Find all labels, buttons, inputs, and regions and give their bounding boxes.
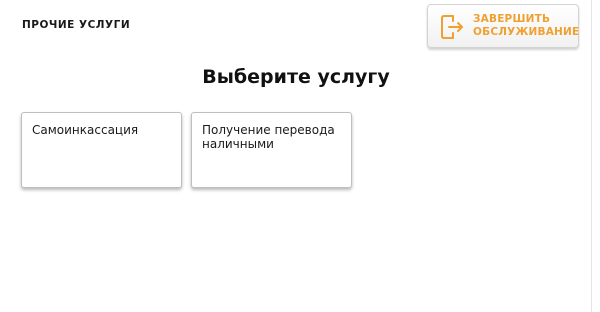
screen-edge-divider xyxy=(591,0,592,312)
end-service-button[interactable]: ЗАВЕРШИТЬ ОБСЛУЖИВАНИЕ xyxy=(427,4,579,48)
service-tile-label-line2: наличными xyxy=(202,137,274,151)
service-tile-label: Самоинкассация xyxy=(32,123,173,137)
service-tile-label: Получение перевода наличными xyxy=(202,123,343,151)
atm-screen: ПРОЧИЕ УСЛУГИ ЗАВЕРШИТЬ ОБСЛУЖИВАНИЕ Выб… xyxy=(0,0,600,312)
end-service-label: ЗАВЕРШИТЬ ОБСЛУЖИВАНИЕ xyxy=(473,13,580,39)
service-tile-label-line1: Самоинкассация xyxy=(32,123,139,137)
service-tile-cash-transfer[interactable]: Получение перевода наличными xyxy=(191,112,352,188)
end-service-label-line1: ЗАВЕРШИТЬ xyxy=(473,13,551,25)
section-title: ПРОЧИЕ УСЛУГИ xyxy=(22,19,131,31)
page-heading: Выберите услугу xyxy=(202,66,390,88)
service-tile-self-collection[interactable]: Самоинкассация xyxy=(21,112,182,188)
service-tile-label-line1: Получение перевода xyxy=(202,123,335,137)
end-service-label-line2: ОБСЛУЖИВАНИЕ xyxy=(473,26,580,38)
exit-door-icon xyxy=(441,15,463,39)
